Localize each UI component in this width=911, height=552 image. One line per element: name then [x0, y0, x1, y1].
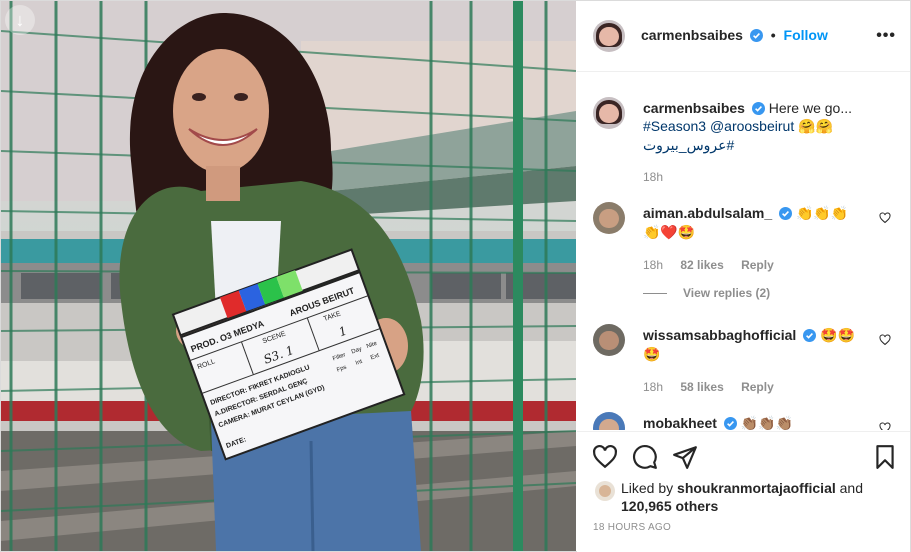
comment-text: 👏🏽👏🏽👏🏽 — [740, 416, 793, 430]
liked-by-and: and — [839, 480, 863, 496]
mention-link[interactable]: @aroosbeirut — [710, 118, 794, 134]
comment-avatar[interactable] — [593, 202, 625, 234]
comment-reply-button[interactable]: Reply — [741, 258, 774, 272]
like-heart-icon[interactable] — [592, 444, 618, 470]
separator-dot: • — [770, 27, 776, 43]
liked-by-prefix: Liked by — [621, 480, 674, 496]
view-replies-label[interactable]: View replies (2) — [683, 286, 770, 300]
comment-username[interactable]: mobakheet — [643, 415, 717, 430]
comment-meta: 18h 58 likes Reply — [643, 378, 868, 396]
comment-avatar[interactable] — [593, 412, 625, 430]
like-comment-heart-icon[interactable] — [879, 422, 891, 430]
comment-meta: 18h 82 likes Reply — [643, 256, 868, 274]
photo-scene: PROD. O3 MEDYA AROUS BEIRUT ROLL SCENE T… — [1, 1, 576, 551]
replies-line — [643, 293, 667, 295]
verified-badge-icon — [779, 207, 793, 220]
author-avatar[interactable] — [593, 20, 625, 52]
like-comment-heart-icon[interactable] — [879, 212, 891, 224]
caption-text: Here we go... — [768, 100, 852, 116]
liked-by-avatar[interactable] — [595, 481, 615, 501]
post-actions-area: Liked by shoukranmortajaofficial and 120… — [577, 431, 910, 552]
like-comment-heart-icon[interactable] — [879, 334, 891, 346]
post-photo[interactable]: PROD. O3 MEDYA AROUS BEIRUT ROLL SCENE T… — [1, 1, 576, 551]
author-line: carmenbsaibes • Follow — [641, 27, 828, 43]
caption-username[interactable]: carmenbsaibes — [643, 100, 745, 116]
caption-emoji: 🤗🤗 — [798, 119, 833, 135]
caption-meta: 18h — [643, 168, 868, 186]
comments-list[interactable]: carmenbsaibes Here we go... #Season3 @ar… — [577, 72, 910, 430]
author-username[interactable]: carmenbsaibes — [641, 27, 743, 43]
comment-username[interactable]: wissamsabbaghofficial — [643, 327, 796, 343]
verified-badge-icon — [751, 102, 765, 115]
hashtag-link[interactable]: #Season3 — [643, 118, 706, 134]
follow-button[interactable]: Follow — [784, 27, 828, 43]
post-header: carmenbsaibes • Follow ••• — [577, 1, 910, 72]
comment-likes[interactable]: 82 likes — [680, 258, 723, 272]
comment-likes[interactable]: 58 likes — [680, 380, 723, 394]
comment-bubble-icon[interactable] — [632, 444, 658, 470]
verified-badge-icon — [723, 417, 737, 430]
post-timestamp[interactable]: 18 HOURS AGO — [593, 522, 671, 533]
liked-by-user[interactable]: shoukranmortajaofficial — [677, 480, 836, 496]
share-paper-plane-icon[interactable] — [672, 444, 698, 470]
comment-reply-button[interactable]: Reply — [741, 380, 774, 394]
download-arrow-icon[interactable]: ↓ — [5, 5, 35, 35]
comment-time[interactable]: 18h — [643, 258, 663, 272]
verified-badge-icon — [749, 29, 763, 42]
liked-by-count[interactable]: 120,965 others — [621, 498, 718, 514]
verified-badge-icon — [803, 329, 817, 342]
caption-avatar[interactable] — [593, 97, 625, 129]
comment-username[interactable]: aiman.abdulsalam_ — [643, 205, 772, 221]
comment-time[interactable]: 18h — [643, 380, 663, 394]
post-side-panel: carmenbsaibes • Follow ••• carmenbsaibes… — [577, 1, 910, 552]
comment-avatar[interactable] — [593, 324, 625, 356]
caption-time[interactable]: 18h — [643, 170, 663, 184]
save-bookmark-icon[interactable] — [872, 444, 898, 470]
more-options-icon[interactable]: ••• — [876, 27, 896, 45]
view-replies-button[interactable]: View replies (2) — [643, 286, 770, 300]
arabic-hashtag-link[interactable]: #عروس_بيروت — [643, 137, 734, 153]
